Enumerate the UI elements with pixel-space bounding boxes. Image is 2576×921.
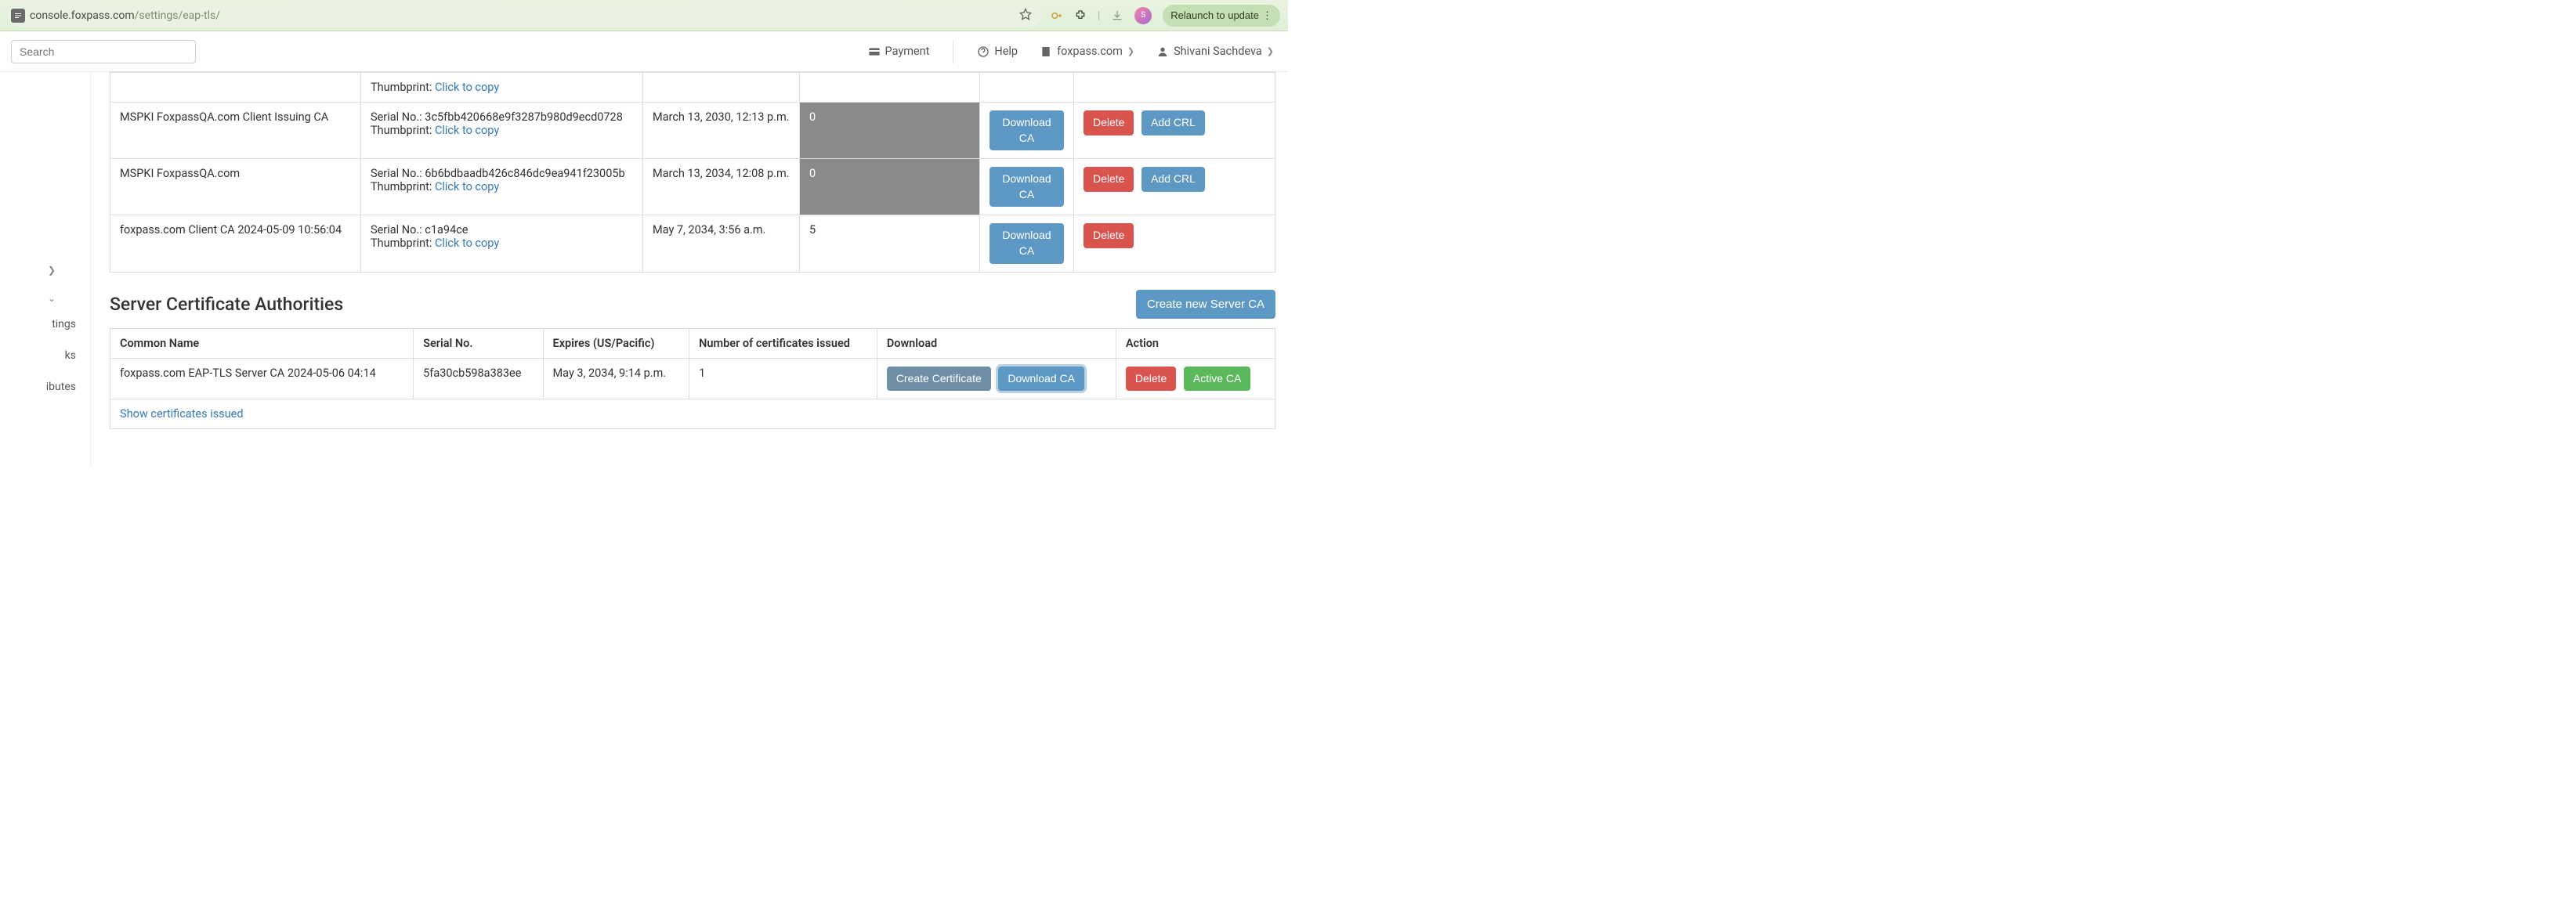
chevron-right-icon: ❯ xyxy=(1267,46,1274,56)
sidebar-expand-icon[interactable]: ❯ xyxy=(0,260,90,280)
copy-thumbprint-link[interactable]: Click to copy xyxy=(435,81,499,94)
site-security-icon[interactable] xyxy=(11,9,25,23)
download-ca-button[interactable]: Download CA xyxy=(990,110,1064,150)
issued-count: 0 xyxy=(800,103,980,159)
table-row: Show certificates issued xyxy=(110,399,1275,429)
sidebar-collapse-icon[interactable]: ⌄ xyxy=(0,280,90,309)
issued-count: 0 xyxy=(800,159,980,215)
add-crl-button[interactable]: Add CRL xyxy=(1141,167,1205,192)
download-ca-button[interactable]: Download CA xyxy=(990,223,1064,263)
address-bar[interactable]: console.foxpass.com/settings/eap-tls/ xyxy=(8,4,1041,27)
delete-button[interactable]: Delete xyxy=(1084,167,1134,192)
delete-server-ca-button[interactable]: Delete xyxy=(1126,367,1176,392)
client-ca-table: Thumbprint: Click to copy MSPKI FoxpassQ… xyxy=(110,72,1275,273)
server-ca-serial: 5fa30cb598a383ee xyxy=(414,358,543,399)
user-icon xyxy=(1156,45,1169,58)
table-row: foxpass.com Client CA 2024-05-09 10:56:0… xyxy=(110,215,1275,272)
chrome-toolbar-icons: | S Relaunch to update ⋮ xyxy=(1051,5,1280,27)
download-ca-button[interactable]: Download CA xyxy=(990,167,1064,207)
ca-name: foxpass.com Client CA 2024-05-09 10:56:0… xyxy=(110,215,361,272)
bookmark-star-icon[interactable] xyxy=(1019,8,1032,23)
server-ca-name: foxpass.com EAP-TLS Server CA 2024-05-06… xyxy=(110,358,414,399)
profile-avatar[interactable]: S xyxy=(1134,7,1152,24)
active-ca-button[interactable]: Active CA xyxy=(1184,367,1250,392)
thumbprint-label: Thumbprint: xyxy=(371,124,435,137)
server-ca-section-header: Server Certificate Authorities Create ne… xyxy=(110,290,1275,319)
server-ca-expires: May 3, 2034, 9:14 p.m. xyxy=(543,358,689,399)
serial-value: 3c5fbb420668e9f3287b980d9ecd0728 xyxy=(425,110,623,124)
col-download: Download xyxy=(877,328,1116,358)
url-text: console.foxpass.com/settings/eap-tls/ xyxy=(30,9,1013,22)
payment-link[interactable]: Payment xyxy=(865,45,933,58)
show-certificates-link[interactable]: Show certificates issued xyxy=(120,407,244,421)
domain-switcher[interactable]: foxpass.com ❯ xyxy=(1037,45,1138,58)
sidebar: ❯ ⌄ tings ks ibutes xyxy=(0,72,91,467)
sidebar-item-settings[interactable]: tings xyxy=(0,309,90,340)
table-row: MSPKI FoxpassQA.com Serial No.: 6b6bdbaa… xyxy=(110,159,1275,215)
ca-name: MSPKI FoxpassQA.com xyxy=(110,159,361,215)
delete-button[interactable]: Delete xyxy=(1084,223,1134,248)
thumbprint-label: Thumbprint: xyxy=(371,180,435,193)
chevron-right-icon: ❯ xyxy=(1127,46,1134,56)
issued-count: 5 xyxy=(800,215,980,272)
help-link[interactable]: Help xyxy=(974,45,1021,58)
server-ca-issued: 1 xyxy=(689,358,877,399)
extensions-icon[interactable] xyxy=(1074,9,1087,22)
help-icon xyxy=(977,45,990,58)
sidebar-item-attributes[interactable]: ibutes xyxy=(0,371,90,403)
serial-label: Serial No.: xyxy=(371,167,425,180)
download-server-ca-button[interactable]: Download CA xyxy=(998,367,1084,392)
toolbar-divider: | xyxy=(1098,9,1100,22)
building-icon xyxy=(1040,45,1052,58)
col-common-name: Common Name xyxy=(110,328,414,358)
download-icon[interactable] xyxy=(1111,9,1123,22)
serial-value: c1a94ce xyxy=(425,223,468,237)
create-certificate-button[interactable]: Create Certificate xyxy=(887,367,991,392)
copy-thumbprint-link[interactable]: Click to copy xyxy=(435,180,499,193)
create-server-ca-button[interactable]: Create new Server CA xyxy=(1136,290,1275,319)
main-content: Thumbprint: Click to copy MSPKI FoxpassQ… xyxy=(91,72,1288,467)
table-row: foxpass.com EAP-TLS Server CA 2024-05-06… xyxy=(110,358,1275,399)
browser-chrome-bar: console.foxpass.com/settings/eap-tls/ | … xyxy=(0,0,1288,31)
table-row: MSPKI FoxpassQA.com Client Issuing CA Se… xyxy=(110,103,1275,159)
copy-thumbprint-link[interactable]: Click to copy xyxy=(435,124,499,137)
col-issued: Number of certificates issued xyxy=(689,328,877,358)
thumbprint-label: Thumbprint: xyxy=(371,237,435,250)
delete-button[interactable]: Delete xyxy=(1084,110,1134,135)
section-title: Server Certificate Authorities xyxy=(110,294,343,315)
col-action: Action xyxy=(1116,328,1275,358)
sidebar-item-ks[interactable]: ks xyxy=(0,340,90,371)
col-serial: Serial No. xyxy=(414,328,543,358)
add-crl-button[interactable]: Add CRL xyxy=(1141,110,1205,135)
serial-label: Serial No.: xyxy=(371,110,425,124)
search-input[interactable] xyxy=(11,40,196,63)
thumbprint-label: Thumbprint: xyxy=(371,81,435,94)
server-ca-table: Common Name Serial No. Expires (US/Pacif… xyxy=(110,328,1275,430)
expires-value: March 13, 2034, 12:08 p.m. xyxy=(643,159,800,215)
table-row: Thumbprint: Click to copy xyxy=(110,73,1275,103)
password-manager-icon[interactable] xyxy=(1051,9,1063,22)
app-header: Payment Help foxpass.com ❯ Shivani Sachd… xyxy=(0,31,1288,72)
serial-value: 6b6bdbaadb426c846dc9ea941f23005b xyxy=(425,167,624,180)
ca-name: MSPKI FoxpassQA.com Client Issuing CA xyxy=(110,103,361,159)
serial-label: Serial No.: xyxy=(371,223,425,237)
user-menu[interactable]: Shivani Sachdeva ❯ xyxy=(1153,45,1277,58)
col-expires: Expires (US/Pacific) xyxy=(543,328,689,358)
kebab-icon: ⋮ xyxy=(1262,9,1272,22)
expires-value: March 13, 2030, 12:13 p.m. xyxy=(643,103,800,159)
credit-card-icon xyxy=(868,45,881,58)
relaunch-button[interactable]: Relaunch to update ⋮ xyxy=(1163,5,1280,27)
expires-value: May 7, 2034, 3:56 a.m. xyxy=(643,215,800,272)
copy-thumbprint-link[interactable]: Click to copy xyxy=(435,237,499,250)
